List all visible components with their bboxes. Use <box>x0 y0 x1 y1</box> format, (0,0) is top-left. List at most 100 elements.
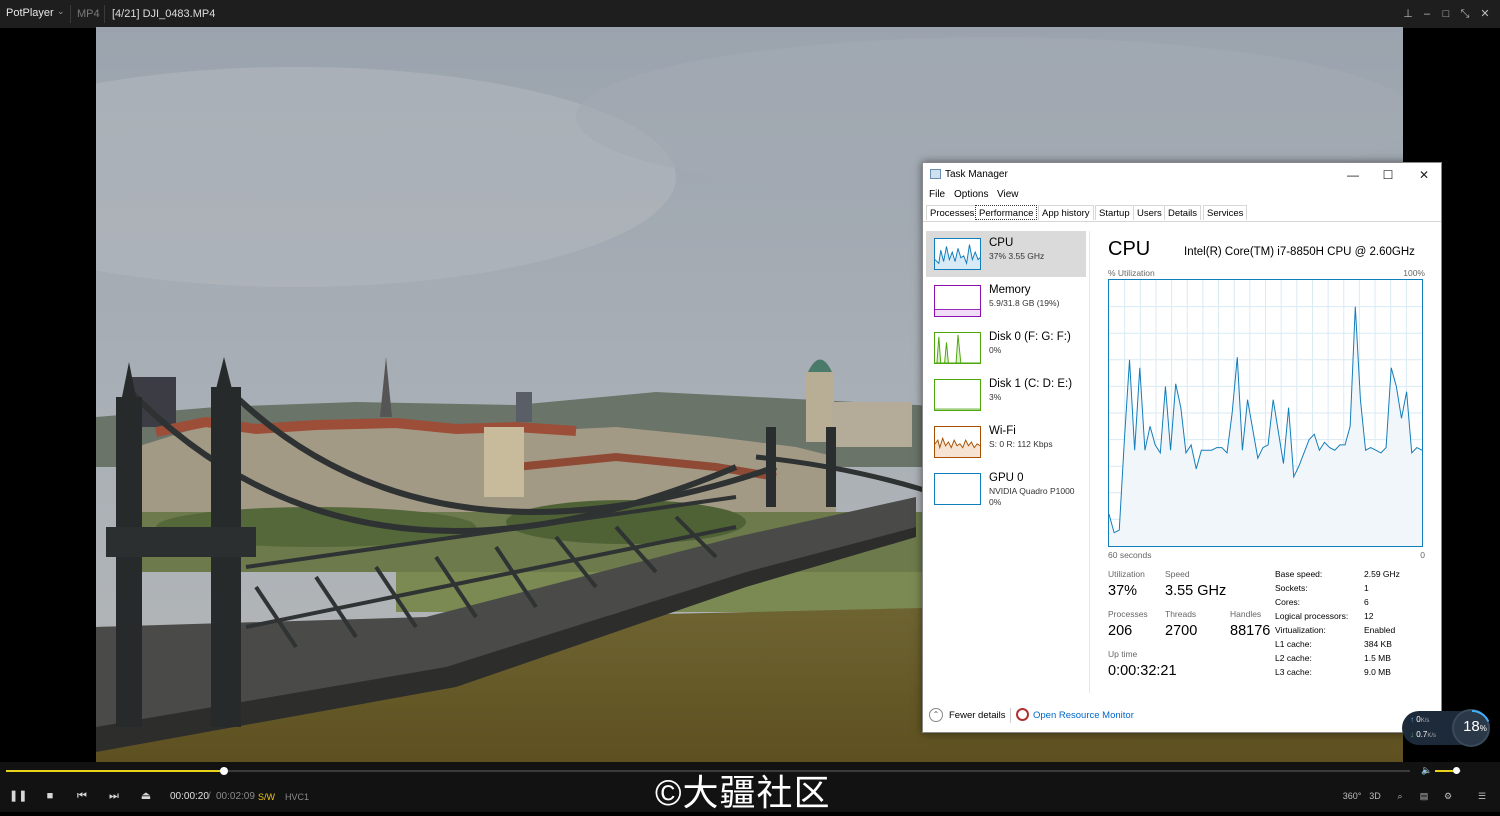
tm-title-bar[interactable]: Task Manager — ☐ ✕ <box>923 163 1441 185</box>
footer-divider <box>1010 708 1011 723</box>
seek-handle[interactable] <box>219 767 228 775</box>
resource-item-disk0[interactable]: Disk 0 (F: G: F:) 0% <box>926 325 1086 371</box>
spec-label: L1 cache: <box>1275 639 1312 649</box>
spec-label: Sockets: <box>1275 583 1308 593</box>
gauge-percent: 18% <box>1463 718 1487 735</box>
maximize-button[interactable]: □ <box>1437 5 1455 23</box>
next-button[interactable]: ⏭ <box>105 789 123 803</box>
pin-icon[interactable]: ⊥ <box>1399 5 1417 23</box>
3d-button[interactable]: 3D <box>1365 788 1385 804</box>
watermark: ©大疆社区 <box>655 772 831 813</box>
spec-label: Virtualization: <box>1275 625 1326 635</box>
task-manager-icon <box>930 169 941 179</box>
menu-file[interactable]: File <box>929 189 945 200</box>
player-menu-button[interactable]: PotPlayer <box>6 7 54 19</box>
tab-users[interactable]: Users <box>1133 205 1166 220</box>
stop-button[interactable]: ■ <box>41 789 59 803</box>
menu-options[interactable]: Options <box>954 189 988 200</box>
eject-button[interactable]: ⏏ <box>137 789 155 803</box>
tab-services[interactable]: Services <box>1203 205 1248 220</box>
fullscreen-button[interactable]: ⤡ <box>1456 5 1474 23</box>
chevron-down-icon[interactable]: ⌄ <box>57 6 65 17</box>
handles-value: 88176 <box>1230 623 1271 639</box>
threads-value: 2700 <box>1165 623 1198 639</box>
spec-value: 6 <box>1364 597 1369 607</box>
disk1-thumbnail-graph <box>934 379 981 411</box>
spec-label: L3 cache: <box>1275 667 1312 677</box>
file-format-label: MP4 <box>77 8 100 20</box>
utilization-label: Utilization <box>1108 569 1145 579</box>
tm-maximize-button[interactable]: ☐ <box>1375 166 1401 184</box>
graph-axis-right: 0 <box>1420 550 1425 560</box>
tab-performance[interactable]: Performance <box>975 205 1038 220</box>
spec-label: Base speed: <box>1275 569 1323 579</box>
tab-processes[interactable]: Processes <box>926 205 979 220</box>
resource-name: Memory <box>989 284 1031 296</box>
pause-button[interactable]: ❚❚ <box>9 789 27 803</box>
tab-app-history[interactable]: App history <box>1038 205 1094 220</box>
spec-value: 9.0 MB <box>1364 667 1391 677</box>
resource-monitor-label: Open Resource Monitor <box>1033 710 1134 721</box>
speed-value: 3.55 GHz <box>1165 583 1227 599</box>
spec-value: 1 <box>1364 583 1369 593</box>
resource-value-secondary: 0% <box>989 497 1002 507</box>
memory-thumbnail-graph <box>934 285 981 317</box>
spec-value: 2.59 GHz <box>1364 569 1400 579</box>
graph-label: % Utilization <box>1108 268 1155 278</box>
resource-list: CPU 37% 3.55 GHz Memory 5.9/31.8 GB (19%… <box>926 231 1090 693</box>
playlist-icon[interactable]: ▤ <box>1414 788 1434 804</box>
player-title-bar: PotPlayer ⌄ MP4 [4/21] DJI_0483.MP4 ⊥ – … <box>0 0 1500 28</box>
wifi-thumbnail-graph <box>934 426 981 458</box>
tm-close-button[interactable]: ✕ <box>1411 166 1437 184</box>
cpu-utilization-graph <box>1108 279 1423 547</box>
utilization-value: 37% <box>1108 583 1138 599</box>
resource-value: 0% <box>989 345 1002 355</box>
resource-item-memory[interactable]: Memory 5.9/31.8 GB (19%) <box>926 278 1086 324</box>
cpu-model: Intel(R) Core(TM) i7-8850H CPU @ 2.60GHz <box>1184 246 1415 258</box>
previous-button[interactable]: ⏮ <box>73 789 91 803</box>
tab-startup[interactable]: Startup <box>1095 205 1134 220</box>
resource-item-cpu[interactable]: CPU 37% 3.55 GHz <box>926 231 1086 277</box>
tab-underline <box>923 221 1441 222</box>
tab-details[interactable]: Details <box>1164 205 1202 220</box>
network-speed-gauge[interactable]: ↑ 0K/s ↓ 0.7K/s 18% <box>1402 709 1498 748</box>
spec-value: Enabled <box>1364 625 1396 635</box>
close-button[interactable]: ✕ <box>1476 5 1494 23</box>
processes-label: Processes <box>1108 609 1148 619</box>
divider <box>70 5 71 23</box>
volume-icon[interactable]: 🔈 <box>1421 765 1432 776</box>
threads-label: Threads <box>1165 609 1197 619</box>
vr-360-button[interactable]: 360° <box>1342 788 1362 804</box>
volume-slider[interactable] <box>1435 767 1461 774</box>
resource-name: Disk 1 (C: D: E:) <box>989 378 1073 390</box>
volume-handle[interactable] <box>1452 767 1460 774</box>
resource-item-wifi[interactable]: Wi-Fi S: 0 R: 112 Kbps <box>926 419 1086 465</box>
gear-icon[interactable]: ⚙ <box>1438 788 1458 804</box>
current-time: 00:00:20 <box>170 791 209 802</box>
tm-minimize-button[interactable]: — <box>1340 166 1366 184</box>
handles-label: Handles <box>1230 609 1262 619</box>
resource-name: Wi-Fi <box>989 425 1016 437</box>
resource-value: S: 0 R: 112 Kbps <box>989 439 1053 449</box>
resource-monitor-icon <box>1016 708 1029 721</box>
spec-value: 12 <box>1364 611 1374 621</box>
total-time: 00:02:09 <box>216 791 255 802</box>
upload-speed: ↑ 0K/s <box>1410 715 1430 724</box>
speed-label: Speed <box>1165 569 1190 579</box>
capture-icon[interactable]: ⌕ <box>1390 788 1410 804</box>
panel-heading: CPU <box>1108 238 1151 260</box>
minimize-button[interactable]: – <box>1418 5 1436 23</box>
uptime-value: 0:00:32:21 <box>1108 663 1177 679</box>
resource-item-gpu[interactable]: GPU 0 NVIDIA Quadro P1000 0% <box>926 466 1086 512</box>
resource-item-disk1[interactable]: Disk 1 (C: D: E:) 3% <box>926 372 1086 418</box>
resource-value: 5.9/31.8 GB (19%) <box>989 298 1060 308</box>
resource-name: CPU <box>989 237 1014 249</box>
menu-view[interactable]: View <box>997 189 1019 200</box>
download-speed: ↓ 0.7K/s <box>1410 730 1437 739</box>
menu-icon[interactable]: ☰ <box>1472 788 1492 804</box>
decoder-badge[interactable]: S/W <box>258 792 275 802</box>
task-manager-window[interactable]: Task Manager — ☐ ✕ File Options View Pro… <box>922 162 1442 733</box>
codec-badge[interactable]: HVC1 <box>285 792 309 802</box>
resource-name: GPU 0 <box>989 472 1024 484</box>
cpu-detail-panel: CPU Intel(R) Core(TM) i7-8850H CPU @ 2.6… <box>1108 235 1428 695</box>
